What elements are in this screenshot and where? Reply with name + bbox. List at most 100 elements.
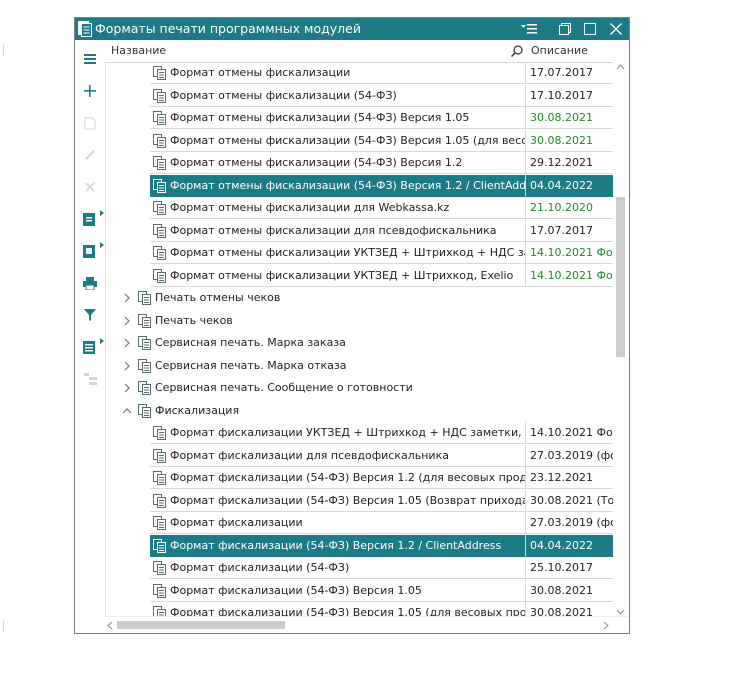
tree-group-row[interactable]: Сервисная печать. Марка отказа — [105, 355, 613, 377]
description-cell[interactable]: 17.07.2017 — [525, 219, 613, 242]
scroll-right-icon[interactable] — [603, 621, 609, 630]
menu-button[interactable] — [75, 48, 105, 70]
name-cell[interactable]: Формат отмены фискализации (54-ФЗ) Верси… — [150, 107, 525, 129]
name-cell[interactable]: Формат фискализации (54-ФЗ) Версия 1.2 (… — [150, 467, 525, 489]
name-cell[interactable]: Формат фискализации (54-ФЗ) Версия 1.05 … — [150, 490, 525, 512]
name-cell[interactable]: Формат отмены фискализации — [150, 62, 525, 84]
maximize-button[interactable] — [579, 18, 601, 40]
name-cell[interactable]: Формат отмены фискализации (54-ФЗ) Верси… — [150, 130, 525, 152]
table-row[interactable]: Формат фискализации (54-ФЗ) Версия 1.2 (… — [105, 467, 613, 489]
table-row[interactable]: Формат отмены фискализации для псевдофис… — [105, 219, 613, 242]
horizontal-scroll-thumb[interactable] — [117, 621, 285, 629]
description-cell[interactable]: 30.08.2021 — [525, 129, 613, 152]
name-cell[interactable]: Формат отмены фискализации УКТЗЕД + Штри… — [150, 242, 525, 264]
tree-group-row[interactable]: Печать чеков — [105, 310, 613, 332]
name-cell[interactable]: Сервисная печать. Марка отказа — [135, 355, 525, 377]
table-row[interactable]: Формат отмены фискализации (54-ФЗ) Верси… — [105, 152, 613, 174]
vertical-scrollbar[interactable] — [613, 62, 629, 617]
filter-button[interactable] — [75, 304, 105, 326]
table-row[interactable]: Формат отмены фискализации для Webkassa.… — [105, 197, 613, 219]
name-cell[interactable]: Формат отмены фискализации (54-ФЗ) Верси… — [150, 152, 525, 174]
description-cell[interactable]: 21.10.2020 — [525, 197, 613, 219]
name-cell[interactable]: Формат отмены фискализации для Webkassa.… — [150, 197, 525, 219]
tree-group-row[interactable]: Фискализация — [105, 400, 613, 422]
chevron-right-icon[interactable] — [122, 338, 132, 348]
chevron-right-icon[interactable] — [122, 383, 132, 393]
table-row[interactable]: Формат фискализации (54-ФЗ) Версия 1.2 /… — [105, 534, 613, 557]
delete-button[interactable] — [75, 176, 105, 198]
table-row[interactable]: Формат отмены фискализации (54-ФЗ) Верси… — [105, 174, 613, 197]
description-cell[interactable]: 27.03.2019 (форм — [525, 444, 613, 467]
table-row[interactable]: Формат фискализации УКТЗЕД + Штрихкод + … — [105, 422, 613, 444]
scroll-up-icon[interactable] — [616, 64, 625, 70]
table-row[interactable]: Формат отмены фискализации УКТЗЕД + Штри… — [105, 242, 613, 264]
description-cell[interactable]: 30.08.2021 — [525, 579, 613, 602]
table-row[interactable]: Формат фискализации (54-ФЗ) 25.10.2017 — [105, 557, 613, 579]
name-cell[interactable]: Формат отмены фискализации УКТЗЕД + Штри… — [150, 265, 525, 287]
close-button[interactable] — [605, 18, 627, 40]
horizontal-scrollbar[interactable] — [105, 616, 629, 633]
name-cell[interactable]: Формат фискализации УКТЗЕД + Штрихкод + … — [150, 422, 525, 444]
table-row[interactable]: Формат отмены фискализации (54-ФЗ) 17.10.… — [105, 84, 613, 107]
table-row[interactable]: Формат фискализации для псевдофискальник… — [105, 444, 613, 467]
name-cell[interactable]: Формат фискализации для псевдофискальник… — [150, 445, 525, 467]
report-button[interactable] — [75, 336, 105, 358]
chevron-right-icon[interactable] — [122, 316, 132, 326]
name-cell[interactable]: Формат фискализации (54-ФЗ) Версия 1.2 /… — [150, 534, 525, 557]
tree-group-row[interactable]: Печать отмены чеков — [105, 287, 613, 309]
search-icon[interactable] — [511, 45, 523, 57]
description-cell[interactable]: 29.12.2021 — [525, 152, 613, 174]
import-button[interactable] — [75, 240, 105, 262]
scroll-down-icon[interactable] — [616, 609, 625, 615]
scroll-left-icon[interactable] — [107, 621, 113, 630]
edit-button[interactable] — [75, 144, 105, 166]
description-cell[interactable]: 17.07.2017 — [525, 62, 613, 84]
column-header-name[interactable]: Название — [111, 40, 166, 62]
tree-group-row[interactable]: Сервисная печать. Сообщение о готовности — [105, 377, 613, 399]
table-row[interactable]: Формат отмены фискализации (54-ФЗ) Верси… — [105, 129, 613, 152]
document-icon — [153, 223, 166, 238]
description-cell[interactable]: 30.08.2021 — [525, 107, 613, 129]
window-menu-button[interactable] — [518, 18, 540, 40]
copy-button[interactable] — [75, 112, 105, 134]
chevron-up-icon[interactable] — [122, 406, 132, 416]
column-header-description[interactable]: Описание — [531, 40, 588, 62]
name-cell[interactable]: Формат отмены фискализации для псевдофис… — [150, 220, 525, 242]
description-cell[interactable]: 14.10.2021 Форм — [525, 242, 613, 264]
description-cell[interactable]: 30.08.2021 (Толь — [525, 489, 613, 512]
description-cell[interactable]: 23.12.2021 — [525, 467, 613, 489]
table-row[interactable]: Формат отмены фискализации УКТЗЕД + Штри… — [105, 264, 613, 287]
restore-button[interactable] — [554, 18, 576, 40]
table-row[interactable]: Формат отмены фискализации 17.07.2017 — [105, 62, 613, 84]
table-row[interactable]: Формат фискализации (54-ФЗ) Версия 1.05 … — [105, 489, 613, 512]
name-cell[interactable]: Сервисная печать. Марка заказа — [135, 332, 525, 354]
print-button[interactable] — [75, 272, 105, 294]
description-cell[interactable]: 14.10.2021 Форм — [525, 422, 613, 444]
name-cell[interactable]: Печать чеков — [135, 310, 525, 332]
table-row[interactable]: Формат фискализации 27.03.2019 (форм — [105, 512, 613, 534]
tree-group-row[interactable]: Сервисная печать. Марка заказа — [105, 332, 613, 354]
name-cell[interactable]: Формат фискализации (54-ФЗ) — [150, 557, 525, 579]
description-cell[interactable]: 27.03.2019 (форм — [525, 512, 613, 534]
description-cell[interactable]: 25.10.2017 — [525, 557, 613, 579]
chevron-right-icon[interactable] — [122, 293, 132, 303]
name-cell[interactable]: Формат отмены фискализации (54-ФЗ) — [150, 85, 525, 107]
chevron-right-icon[interactable] — [122, 361, 132, 371]
table-row[interactable]: Формат фискализации (54-ФЗ) Версия 1.05 3… — [105, 579, 613, 602]
name-cell[interactable]: Формат фискализации — [150, 512, 525, 534]
tree-view-button[interactable] — [75, 368, 105, 390]
name-cell[interactable]: Формат фискализации (54-ФЗ) Версия 1.05 — [150, 580, 525, 602]
table-row[interactable]: Формат отмены фискализации (54-ФЗ) Верси… — [105, 107, 613, 129]
name-cell[interactable]: Печать отмены чеков — [135, 287, 525, 309]
description-cell[interactable]: 14.10.2021 Форм — [525, 264, 613, 287]
title-bar[interactable]: Форматы печати программных модулей — [75, 18, 629, 40]
description-cell[interactable]: 04.04.2022 — [525, 534, 613, 557]
add-button[interactable] — [75, 80, 105, 102]
description-cell[interactable]: 04.04.2022 — [525, 174, 613, 197]
name-cell[interactable]: Формат отмены фискализации (54-ФЗ) Верси… — [150, 174, 525, 197]
name-cell[interactable]: Фискализация — [135, 400, 525, 422]
name-cell[interactable]: Сервисная печать. Сообщение о готовности — [135, 377, 525, 399]
vertical-scroll-thumb[interactable] — [616, 197, 625, 357]
description-cell[interactable]: 17.10.2017 — [525, 84, 613, 107]
export-button[interactable] — [75, 208, 105, 230]
